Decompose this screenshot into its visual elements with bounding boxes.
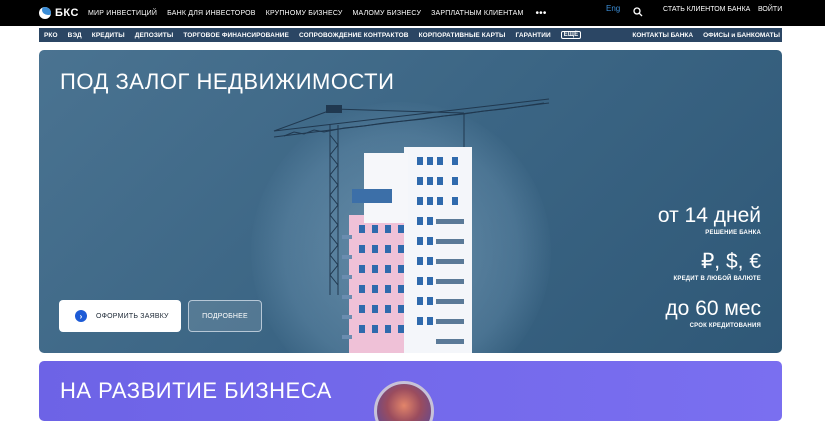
nav-item-small-business[interactable]: МАЛОМУ БИЗНЕСУ <box>353 10 422 17</box>
stat-value: от 14 дней <box>657 204 761 227</box>
subnav-item-contract-support[interactable]: СОПРОВОЖДЕНИЕ КОНТРАКТОВ <box>299 32 409 39</box>
chevron-right-icon: › <box>75 310 87 322</box>
stat-value: ₽, $, € <box>700 250 761 273</box>
subnav-item-corporate-cards[interactable]: КОРПОРАТИВНЫЕ КАРТЫ <box>419 32 506 39</box>
stat-caption: КРЕДИТ В ЛЮБОЙ ВАЛЮТЕ <box>673 276 761 282</box>
bks-logo[interactable]: БКС <box>39 5 79 21</box>
coin-illustration <box>374 381 434 421</box>
stat-currency: ₽, $, € КРЕДИТ В ЛЮБОЙ ВАЛЮТЕ <box>673 250 762 283</box>
stat-decision-time: от 14 дней РЕШЕНИЕ БАНКА <box>657 204 761 237</box>
become-client-link[interactable]: СТАТЬ КЛИЕНТОМ БАНКА <box>663 6 750 13</box>
apply-button-label: ОФОРМИТЬ ЗАЯВКУ <box>96 312 169 320</box>
offices-atms-link[interactable]: ОФИСЫ и БАНКОМАТЫ <box>703 32 780 39</box>
details-button[interactable]: ПОДРОБНЕЕ <box>188 300 262 332</box>
logo-icon <box>39 7 51 19</box>
nav-item-payroll-clients[interactable]: ЗАРПЛАТНЫМ КЛИЕНТАМ <box>431 10 523 17</box>
stat-caption: СРОК КРЕДИТОВАНИЯ <box>689 323 761 329</box>
subnav-item-deposits[interactable]: ДЕПОЗИТЫ <box>135 32 174 39</box>
search-icon[interactable] <box>633 7 643 17</box>
subnav-item-guarantees[interactable]: ГАРАНТИИ <box>516 32 551 39</box>
logo-text: БКС <box>55 7 79 19</box>
language-switch[interactable]: Eng <box>606 4 620 13</box>
hero-banner-business-development[interactable]: НА РАЗВИТИЕ БИЗНЕСА <box>39 361 782 421</box>
stat-caption: РЕШЕНИЕ БАНКА <box>705 230 761 236</box>
hero2-title: НА РАЗВИТИЕ БИЗНЕСА <box>60 378 332 403</box>
bank-contacts-link[interactable]: КОНТАКТЫ БАНКА <box>632 32 693 39</box>
stat-term: до 60 мес СРОК КРЕДИТОВАНИЯ <box>665 297 761 330</box>
stat-value: до 60 мес <box>665 297 761 320</box>
hero-title: ПОД ЗАЛОГ НЕДВИЖИМОСТИ <box>60 69 395 94</box>
top-bar: БКС МИР ИНВЕСТИЦИЙ БАНК ДЛЯ ИНВЕСТОРОВ К… <box>0 0 825 26</box>
login-link[interactable]: ВОЙТИ <box>758 6 782 13</box>
subnav-more-button[interactable]: ЕЩЁ <box>560 31 582 39</box>
nav-item-bank-for-investors[interactable]: БАНК ДЛЯ ИНВЕСТОРОВ <box>167 10 256 17</box>
business-subnav: РКО ВЭД КРЕДИТЫ ДЕПОЗИТЫ ТОРГОВОЕ ФИНАНС… <box>39 28 782 42</box>
nav-item-large-business[interactable]: КРУПНОМУ БИЗНЕСУ <box>266 10 343 17</box>
main-nav: МИР ИНВЕСТИЦИЙ БАНК ДЛЯ ИНВЕСТОРОВ КРУПН… <box>88 0 547 26</box>
apply-button[interactable]: › ОФОРМИТЬ ЗАЯВКУ <box>59 300 181 332</box>
subnav-item-ved[interactable]: ВЭД <box>68 32 82 39</box>
nav-item-investments[interactable]: МИР ИНВЕСТИЦИЙ <box>88 10 157 17</box>
subnav-item-rko[interactable]: РКО <box>44 32 58 39</box>
subnav-item-trade-finance[interactable]: ТОРГОВОЕ ФИНАНСИРОВАНИЕ <box>183 32 289 39</box>
crane-building-illustration <box>273 98 550 353</box>
more-dots-icon[interactable]: ••• <box>535 8 546 19</box>
subnav-item-credits[interactable]: КРЕДИТЫ <box>92 32 125 39</box>
hero-banner-real-estate: ПОД ЗАЛОГ НЕДВИЖИМОСТИ › ОФОРМИТЬ ЗАЯВКУ… <box>39 50 782 353</box>
